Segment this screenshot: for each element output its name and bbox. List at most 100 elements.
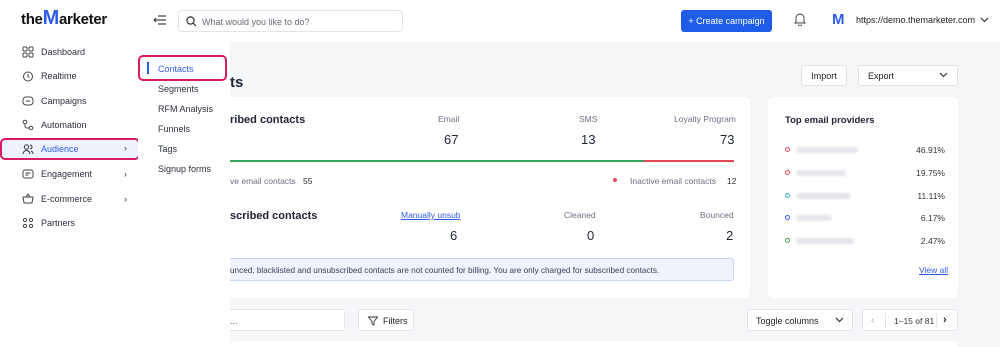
filter-icon	[368, 316, 378, 326]
provider-dot-icon	[785, 147, 790, 152]
active-email-label: ve email contacts	[230, 176, 296, 186]
contacts-table-top	[230, 341, 958, 347]
provider-row: 2.47%	[785, 235, 945, 247]
sidebar-item-label: Automation	[41, 120, 87, 130]
collapse-menu-icon[interactable]	[153, 14, 167, 26]
active-email-value: 55	[303, 176, 313, 186]
cleaned-label: Cleaned	[564, 210, 596, 220]
clock-icon	[23, 71, 33, 82]
top-email-providers-card: Top email providers 46.91% 19.75% 11.11%…	[768, 97, 958, 298]
account-url: https://demo.themarketer.com	[856, 15, 976, 25]
contacts-summary-card: ribed contacts Email 67 SMS 13 Loyalty P…	[230, 97, 750, 298]
bell-icon[interactable]	[793, 12, 807, 28]
active-share-fill	[230, 160, 644, 162]
submenu-item-signup-forms[interactable]: Signup forms	[158, 164, 211, 174]
sidebar-item-audience[interactable]: Audience ›	[0, 138, 140, 160]
chevron-down-icon	[835, 317, 844, 323]
search-icon	[186, 16, 197, 27]
provider-dot-icon	[785, 170, 790, 175]
logo-m: M	[42, 7, 60, 29]
provider-row: 11.11%	[785, 190, 945, 202]
submenu-item-funnels[interactable]: Funnels	[158, 124, 190, 134]
provider-pct: 6.17%	[920, 213, 945, 223]
submenu-item-segments[interactable]: Segments	[158, 84, 199, 94]
provider-pct: 11.11%	[917, 191, 945, 201]
import-button[interactable]: Import	[801, 65, 847, 86]
provider-name-redacted	[796, 170, 846, 176]
provider-name-redacted	[796, 238, 854, 244]
bounced-label: Bounced	[700, 210, 734, 220]
manually-unsub-value: 6	[450, 228, 458, 243]
provider-row: 6.17%	[785, 212, 945, 224]
contacts-search-input[interactable]: ...	[230, 309, 345, 331]
search-bar[interactable]	[178, 10, 403, 32]
export-label: Export	[868, 71, 895, 81]
sidebar-item-label: Audience	[41, 144, 79, 154]
inactive-email-value: 12	[727, 176, 737, 186]
divider	[885, 313, 886, 328]
create-campaign-button[interactable]: + Create campaign	[681, 10, 772, 32]
chevron-down-icon	[980, 17, 989, 23]
provider-dot-icon	[785, 215, 790, 220]
sidebar-item-dashboard[interactable]: Dashboard	[0, 41, 138, 63]
provider-dot-icon	[785, 193, 790, 198]
inactive-dot-icon	[613, 178, 617, 182]
sidebar-item-campaigns[interactable]: Campaigns	[0, 90, 138, 112]
sidebar-item-label: Partners	[41, 218, 76, 228]
chevron-down-icon	[939, 72, 948, 78]
sidebar-item-automation[interactable]: Automation	[0, 114, 138, 136]
inactive-email-label: Inactive email contacts	[630, 176, 716, 186]
billing-notice: unced, blacklisted and unsubscribed cont…	[230, 258, 734, 281]
bounced-value: 2	[726, 228, 734, 243]
users-icon	[22, 144, 34, 155]
provider-pct: 46.91%	[916, 145, 945, 155]
logo-text-end: arketer	[58, 11, 107, 28]
sidebar: Dashboard Realtime Campaigns Automation …	[0, 41, 140, 347]
providers-title: Top email providers	[785, 115, 875, 126]
logo-text-start: the	[21, 11, 43, 28]
pagination-info: 1–15 of 81	[894, 316, 935, 326]
logo[interactable]: theMarketer	[21, 7, 107, 29]
toggle-columns-label: Toggle columns	[756, 316, 819, 326]
submenu-item-rfm-analysis[interactable]: RFM Analysis	[158, 104, 213, 114]
sidebar-item-partners[interactable]: Partners	[0, 212, 138, 234]
submenu-item-label: Contacts	[158, 64, 194, 74]
pagination: ‹ 1–15 of 81 ›	[862, 309, 958, 331]
chevron-right-icon: ›	[124, 194, 127, 204]
sms-value: 13	[581, 132, 596, 147]
divider	[936, 313, 937, 328]
view-all-link[interactable]: View all	[919, 265, 948, 275]
filters-button[interactable]: Filters	[358, 309, 414, 331]
contacts-search-placeholder: ...	[230, 316, 238, 326]
next-page-button[interactable]: ›	[943, 314, 947, 326]
page-title: ts	[230, 74, 244, 91]
provider-row: 46.91%	[785, 144, 945, 156]
provider-name-redacted	[796, 193, 851, 199]
account-logo: M	[832, 11, 845, 28]
chevron-right-icon: ›	[124, 143, 127, 153]
sidebar-item-realtime[interactable]: Realtime	[0, 65, 138, 87]
sidebar-item-label: Realtime	[41, 71, 77, 81]
provider-pct: 19.75%	[916, 168, 945, 178]
sidebar-item-engagement[interactable]: Engagement ›	[0, 163, 138, 185]
prev-page-button[interactable]: ‹	[871, 315, 874, 326]
sms-label: SMS	[579, 114, 598, 124]
export-dropdown[interactable]: Export	[858, 65, 958, 86]
provider-name-redacted	[796, 147, 858, 153]
submenu-item-contacts[interactable]: Contacts	[138, 55, 227, 81]
account-switcher[interactable]: M https://demo.themarketer.com	[832, 12, 989, 28]
manually-unsub-link[interactable]: Manually unsub	[401, 210, 461, 220]
search-input[interactable]	[202, 14, 398, 29]
sidebar-item-ecommerce[interactable]: E-commerce ›	[0, 188, 138, 210]
sidebar-item-label: Campaigns	[41, 96, 87, 106]
loyalty-value: 73	[720, 132, 735, 147]
sidebar-item-label: E-commerce	[41, 194, 93, 204]
email-label: Email	[438, 114, 460, 124]
email-status-bar	[230, 160, 734, 162]
subscribed-heading: ribed contacts	[230, 114, 306, 126]
chat-icon	[22, 169, 34, 179]
flow-icon	[22, 119, 34, 131]
submenu-item-tags[interactable]: Tags	[158, 144, 177, 154]
toggle-columns-dropdown[interactable]: Toggle columns	[747, 309, 853, 331]
provider-name-redacted	[796, 215, 832, 221]
